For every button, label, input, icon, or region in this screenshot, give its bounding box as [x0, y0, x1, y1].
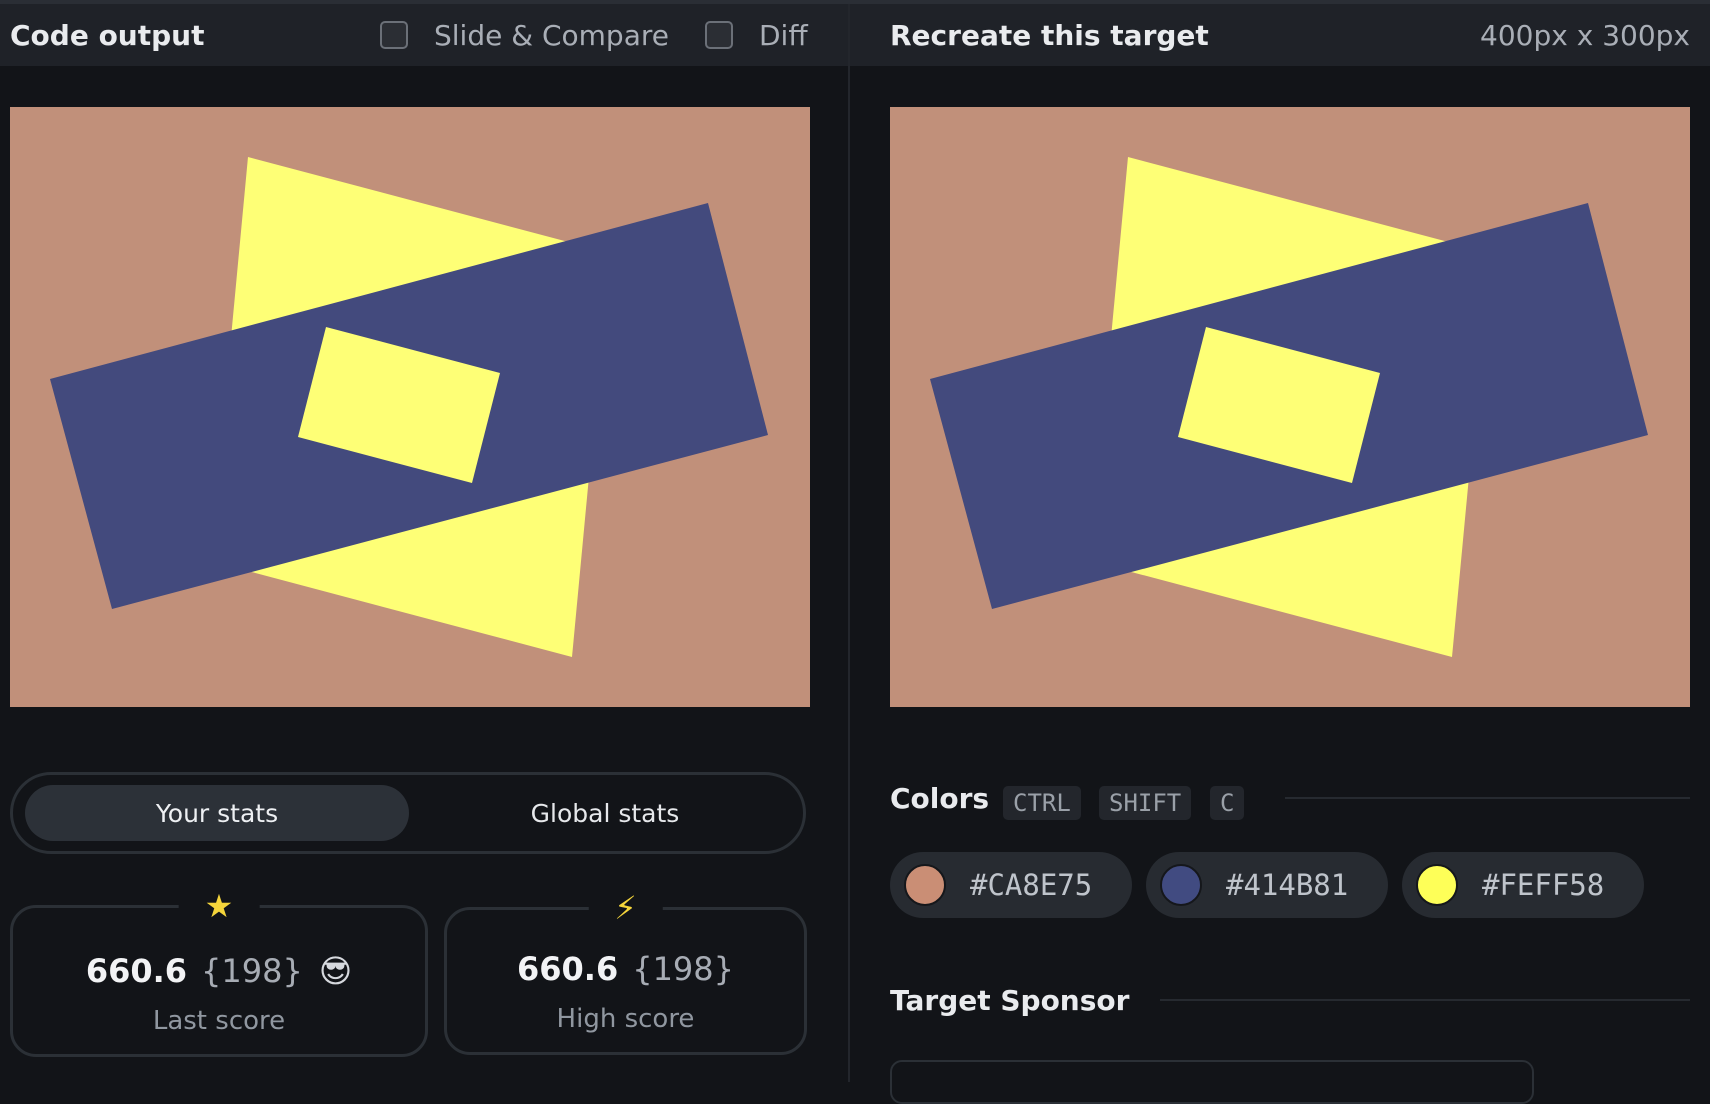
tab-your-stats[interactable]: Your stats [25, 785, 409, 841]
target-size-label: 400px x 300px [1480, 18, 1690, 52]
high-score-label: High score [556, 1004, 695, 1034]
kbd-c: C [1210, 786, 1245, 820]
sponsor-divider [1160, 999, 1690, 1001]
target-sponsor-title: Target Sponsor [890, 984, 1130, 1017]
stats-toggle: Your stats Global stats [10, 772, 806, 854]
kbd-shift: SHIFT [1099, 786, 1192, 820]
last-score-label: Last score [152, 1006, 286, 1036]
diff-checkbox[interactable] [705, 21, 733, 49]
output-artwork [10, 107, 810, 707]
last-score-card: ★ 660.6 {198} 😎 Last score [10, 886, 428, 1057]
panel-divider [848, 4, 850, 1082]
colors-title: Colors [890, 782, 990, 815]
color-hex-3: #FEFF58 [1482, 868, 1605, 902]
kbd-ctrl: CTRL [1003, 786, 1081, 820]
high-score-value: 660.6 [516, 950, 619, 988]
high-score-row: 660.6 {198} [447, 950, 804, 988]
diff-label: Diff [759, 18, 808, 52]
colors-divider [1285, 797, 1690, 799]
sponsor-box[interactable] [890, 1060, 1534, 1104]
slide-compare-toggle[interactable]: Slide & Compare [380, 4, 669, 66]
color-swatch-1[interactable]: #CA8E75 [890, 852, 1132, 918]
color-dot-3 [1416, 864, 1458, 906]
code-output-canvas[interactable] [10, 107, 810, 707]
slide-compare-label: Slide & Compare [434, 18, 669, 52]
color-dot-2 [1160, 864, 1202, 906]
target-artwork [890, 107, 1690, 707]
color-dot-1 [904, 864, 946, 906]
color-hex-2: #414B81 [1226, 868, 1349, 902]
diff-toggle[interactable]: Diff [705, 4, 808, 66]
target-title: Recreate this target [890, 18, 1209, 52]
last-score-chars: {198} [201, 952, 303, 990]
tab-global-stats[interactable]: Global stats [413, 785, 797, 841]
sunglasses-emoji-icon: 😎 [318, 952, 353, 990]
code-output-title: Code output [10, 18, 205, 52]
target-canvas [890, 107, 1690, 707]
star-icon: ★ [178, 886, 260, 926]
high-score-card: ⚡ 660.6 {198} High score [444, 888, 807, 1055]
color-swatch-3[interactable]: #FEFF58 [1402, 852, 1644, 918]
last-score-value: 660.6 [85, 952, 188, 990]
last-score-row: 660.6 {198} 😎 [13, 952, 425, 990]
high-score-chars: {198} [632, 950, 734, 988]
lightning-icon: ⚡ [588, 888, 663, 928]
color-hex-1: #CA8E75 [970, 868, 1093, 902]
color-swatch-2[interactable]: #414B81 [1146, 852, 1388, 918]
slide-compare-checkbox[interactable] [380, 21, 408, 49]
